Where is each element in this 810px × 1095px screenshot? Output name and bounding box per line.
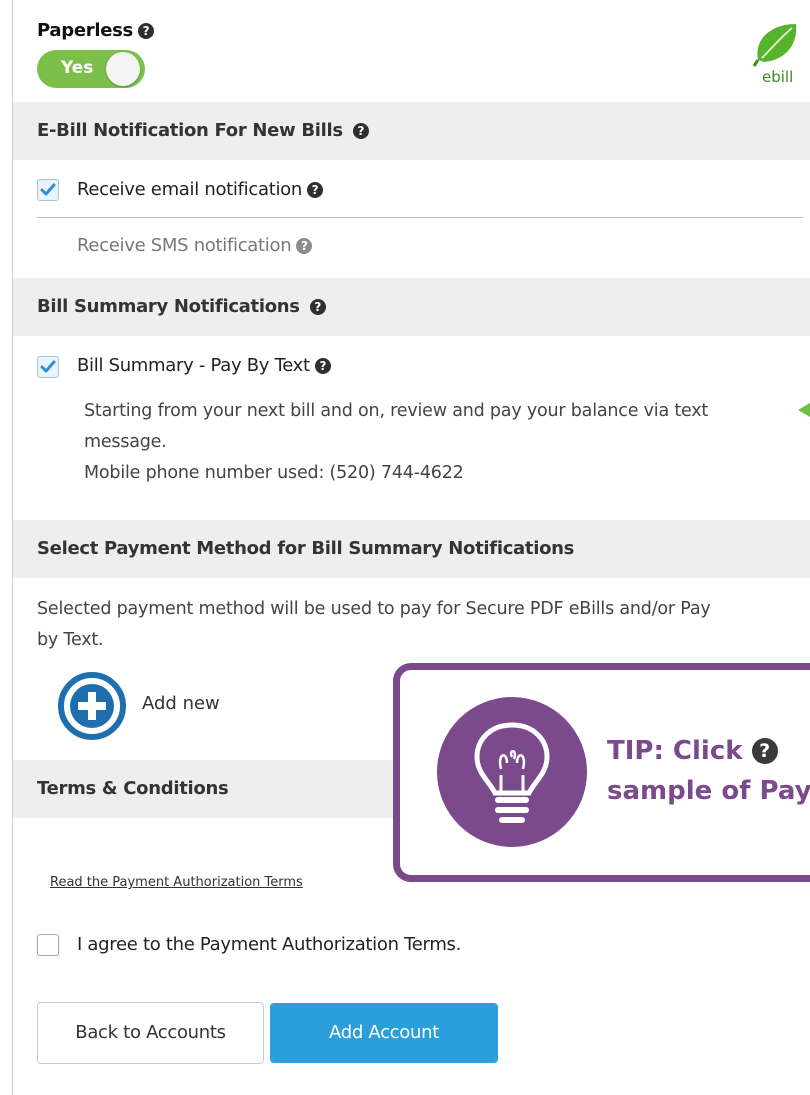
lightbulb-icon — [474, 722, 550, 823]
bill-summary-header: Bill Summary Notifications? — [13, 278, 810, 336]
back-to-accounts-button[interactable]: Back to Accounts — [37, 1002, 264, 1064]
ebill-notification-title: E-Bill Notification For New Bills? — [37, 120, 369, 141]
lightbulb-badge — [437, 697, 587, 847]
add-new-label: Add new — [142, 693, 220, 714]
paperless-title-text: Paperless — [37, 20, 133, 41]
help-icon[interactable]: ? — [309, 299, 326, 315]
sms-notification-label[interactable]: Receive SMS notification? — [77, 235, 313, 256]
ebill-label: ebill — [762, 68, 794, 86]
leaf-icon — [752, 24, 797, 67]
terms-title: Terms & Conditions — [37, 778, 229, 799]
back-to-accounts-label: Back to Accounts — [75, 1022, 226, 1043]
help-icon: ? — [751, 738, 778, 764]
ebill-notification-header: E-Bill Notification For New Bills? — [13, 102, 810, 160]
add-account-label: Add Account — [329, 1022, 439, 1043]
help-icon[interactable]: ? — [296, 238, 313, 254]
agree-terms-checkbox[interactable] — [37, 934, 59, 956]
bill-summary-title-text: Bill Summary Notifications — [37, 296, 300, 317]
help-icon[interactable]: ? — [137, 23, 154, 39]
payment-method-header: Select Payment Method for Bill Summary N… — [13, 520, 810, 578]
pay-by-text-text: Bill Summary - Pay By Text — [77, 355, 310, 376]
agree-terms-label: I agree to the Payment Authorization Ter… — [77, 934, 462, 955]
email-notification-label: Receive email notification? — [77, 179, 323, 200]
help-icon[interactable]: ? — [352, 123, 369, 139]
email-notification-text: Receive email notification — [77, 179, 302, 200]
description-line: Starting from your next bill and on, rev… — [84, 401, 709, 421]
add-account-button[interactable]: Add Account — [270, 1003, 498, 1063]
description-line: by Text. — [37, 630, 104, 650]
tip-prefix: TIP — [607, 736, 654, 766]
pay-by-text-label: Bill Summary - Pay By Text? — [77, 355, 331, 376]
phone-number-line: Mobile phone number used: (520) 744-4622 — [84, 463, 464, 483]
paperless-toggle[interactable]: Yes — [37, 50, 145, 88]
pay-by-text-checkbox[interactable] — [37, 356, 59, 378]
tip-text: TIP: Click ? sample of Pay — [607, 731, 810, 811]
add-circle-icon[interactable] — [58, 672, 126, 740]
description-line: message. — [84, 432, 167, 452]
paperless-toggle-label: Yes — [61, 58, 94, 78]
payment-method-title: Select Payment Method for Bill Summary N… — [37, 538, 575, 559]
checkmark-icon — [40, 183, 56, 196]
description-line: Selected payment method will be used to … — [37, 599, 711, 619]
help-icon[interactable]: ? — [306, 182, 323, 198]
payment-method-description: Selected payment method will be used to … — [37, 594, 807, 656]
ebill-logo: ebill — [748, 20, 804, 90]
pointer-arrow-icon — [798, 403, 810, 417]
paperless-title: Paperless? — [37, 20, 154, 41]
tip-callout: TIP: Click ? sample of Pay — [393, 663, 810, 882]
bill-summary-title: Bill Summary Notifications? — [37, 296, 326, 317]
email-notification-checkbox[interactable] — [37, 179, 59, 201]
sms-notification-text: Receive SMS notification — [77, 235, 292, 256]
pay-by-text-description: Starting from your next bill and on, rev… — [84, 396, 784, 489]
payment-terms-link[interactable]: Read the Payment Authorization Terms — [50, 875, 303, 890]
help-icon[interactable]: ? — [314, 358, 331, 374]
tip-line2: sample of Pay — [607, 776, 810, 806]
add-new-button[interactable]: Add new — [58, 672, 258, 740]
toggle-knob — [106, 52, 140, 86]
checkmark-icon — [40, 360, 56, 373]
divider — [37, 217, 803, 218]
tip-line1: : Click — [653, 736, 743, 766]
ebill-notification-title-text: E-Bill Notification For New Bills — [37, 120, 343, 141]
